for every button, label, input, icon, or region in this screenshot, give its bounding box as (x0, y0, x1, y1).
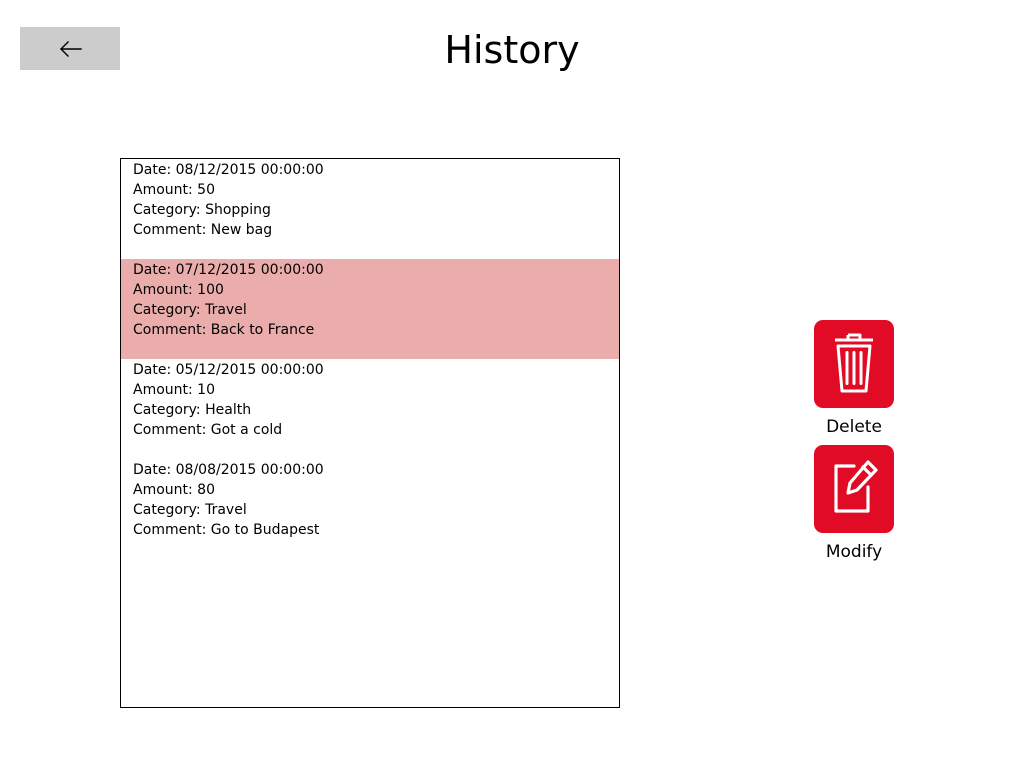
history-item[interactable]: Date: 05/12/2015 00:00:00 Amount: 10 Cat… (121, 359, 619, 459)
item-comment: Comment: New bag (133, 222, 273, 238)
delete-label: Delete (826, 417, 882, 437)
trash-icon (832, 329, 876, 399)
item-category: Category: Travel (133, 302, 247, 318)
modify-button[interactable] (814, 445, 894, 533)
edit-icon (830, 457, 878, 521)
item-comment: Comment: Back to France (133, 322, 315, 338)
item-amount: Amount: 50 (133, 182, 215, 198)
item-date: Date: 08/08/2015 00:00:00 (133, 462, 324, 478)
history-page: History Date: 08/12/2015 00:00:00 Amount… (0, 0, 1024, 768)
modify-label: Modify (825, 542, 883, 562)
history-item[interactable]: Date: 08/12/2015 00:00:00 Amount: 50 Cat… (121, 159, 619, 259)
modify-action: Modify (794, 445, 914, 563)
item-amount: Amount: 100 (133, 282, 224, 298)
item-category: Category: Health (133, 402, 252, 418)
delete-button[interactable] (814, 320, 894, 408)
history-list[interactable]: Date: 08/12/2015 00:00:00 Amount: 50 Cat… (120, 158, 620, 708)
item-date: Date: 08/12/2015 00:00:00 (133, 162, 324, 178)
item-date: Date: 07/12/2015 00:00:00 (133, 262, 324, 278)
delete-action: Delete (794, 320, 914, 438)
item-category: Category: Shopping (133, 202, 271, 218)
history-item-selected[interactable]: Date: 07/12/2015 00:00:00 Amount: 100 Ca… (121, 259, 619, 359)
item-category: Category: Travel (133, 502, 247, 518)
item-amount: Amount: 10 (133, 382, 215, 398)
item-amount: Amount: 80 (133, 482, 215, 498)
item-comment: Comment: Got a cold (133, 422, 283, 438)
item-comment: Comment: Go to Budapest (133, 522, 320, 538)
item-date: Date: 05/12/2015 00:00:00 (133, 362, 324, 378)
history-item[interactable]: Date: 08/08/2015 00:00:00 Amount: 80 Cat… (121, 459, 619, 559)
page-title: History (444, 28, 580, 72)
